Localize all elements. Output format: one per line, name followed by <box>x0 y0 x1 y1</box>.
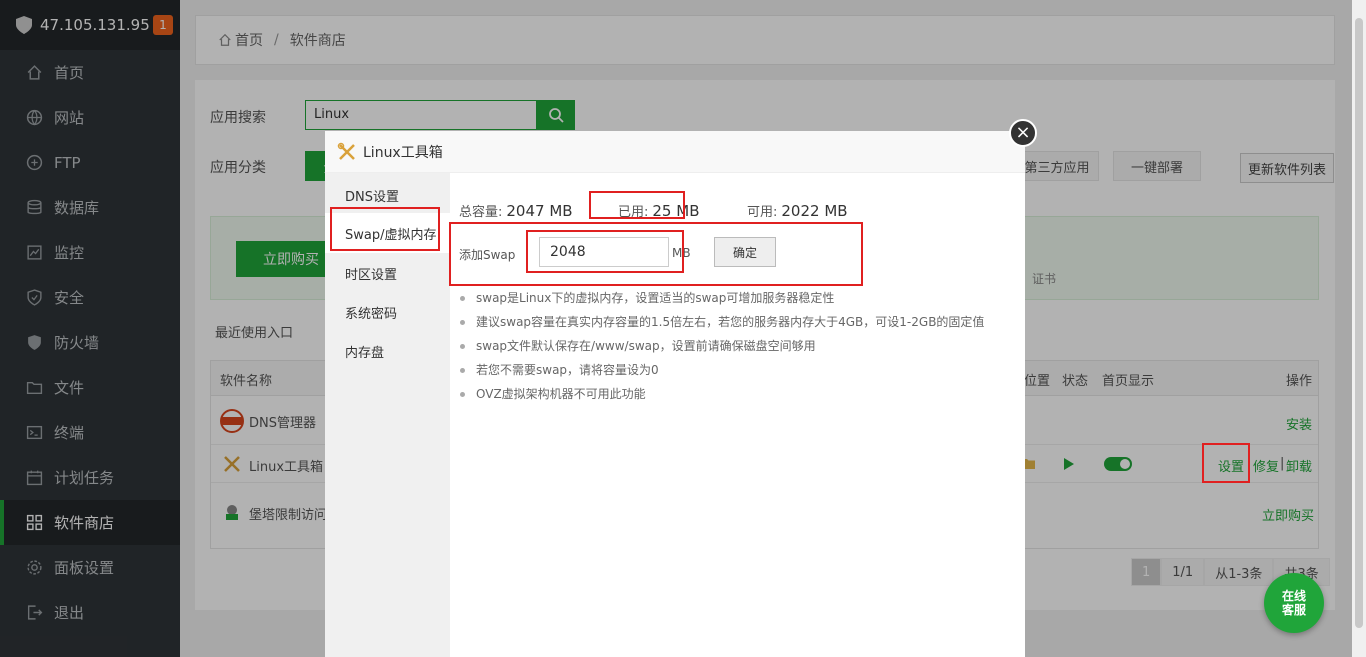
tip-item: OVZ虚拟架构机器不可用此功能 <box>459 385 984 409</box>
free-label: 可用: <box>747 205 778 220</box>
highlight-settings-link <box>1202 443 1250 483</box>
online-support-button[interactable]: 在线 客服 <box>1264 573 1324 633</box>
swap-tips: swap是Linux下的虚拟内存，设置适当的swap可增加服务器稳定性 建议sw… <box>459 289 984 409</box>
tab-system-password[interactable]: 系统密码 <box>345 303 397 322</box>
free-capacity: 可用: 2022 MB <box>747 201 848 220</box>
total-capacity: 总容量: 2047 MB <box>459 201 573 220</box>
total-value: 2047 MB <box>506 202 573 220</box>
total-label: 总容量: <box>459 205 503 220</box>
toolbox-icon <box>337 142 355 160</box>
dialog-title: Linux工具箱 <box>363 144 443 161</box>
scrollbar-thumb[interactable] <box>1355 18 1363 628</box>
highlight-used <box>589 191 685 219</box>
highlight-swap-input <box>526 230 684 273</box>
chat-line1: 在线 <box>1281 589 1306 603</box>
page-scrollbar[interactable] <box>1352 0 1366 657</box>
free-value: 2022 MB <box>781 202 848 220</box>
tab-timezone[interactable]: 时区设置 <box>345 264 397 283</box>
chat-line2: 客服 <box>1281 603 1306 617</box>
tab-ramdisk[interactable]: 内存盘 <box>345 342 384 361</box>
tab-dns[interactable]: DNS设置 <box>345 186 399 205</box>
highlight-swap-tab <box>330 207 440 251</box>
tip-item: swap文件默认保存在/www/swap，设置前请确保磁盘空间够用 <box>459 337 984 361</box>
tip-item: 建议swap容量在真实内存容量的1.5倍左右，若您的服务器内存大于4GB，可设1… <box>459 313 984 337</box>
dialog-close-button[interactable]: × <box>1009 119 1037 147</box>
dialog-header: Linux工具箱 <box>325 131 1025 173</box>
tip-item: swap是Linux下的虚拟内存，设置适当的swap可增加服务器稳定性 <box>459 289 984 313</box>
tip-item: 若您不需要swap，请将容量设为0 <box>459 361 984 385</box>
